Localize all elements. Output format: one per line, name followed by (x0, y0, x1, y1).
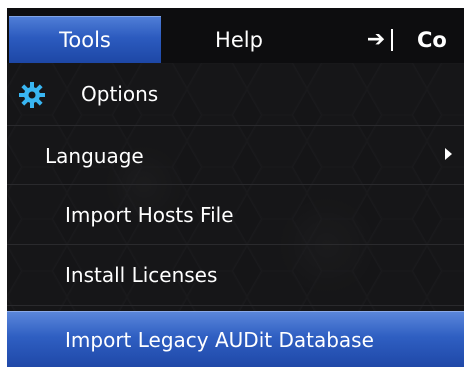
menu-bar: Tools Help ➔ Co (7, 8, 464, 63)
menu-item-install-licenses-label: Install Licenses (65, 263, 218, 287)
menu-item-import-hosts-file[interactable]: Import Hosts File (7, 186, 464, 244)
menu-item-import-legacy-audit-database-label: Import Legacy AUDit Database (65, 327, 374, 352)
arrow-icon: ➔ (366, 27, 386, 52)
menu-item-options-label: Options (81, 82, 159, 106)
bar-icon (391, 28, 394, 51)
menu-connect-partial-label: Co (417, 27, 447, 52)
menu-item-language[interactable]: Language (7, 127, 464, 185)
menu-item-options[interactable]: Options (7, 65, 464, 123)
chevron-right-icon (445, 148, 452, 160)
menu-item-import-hosts-file-label: Import Hosts File (65, 203, 234, 227)
menu-divider (7, 125, 464, 126)
menu-item-install-licenses[interactable]: Install Licenses (7, 246, 464, 304)
menu-item-language-label: Language (45, 144, 144, 168)
menu-help[interactable]: Help (183, 16, 295, 63)
gear-icon (19, 82, 45, 108)
tools-dropdown-menu: Options Language Import Hosts File Insta… (7, 63, 464, 367)
menu-divider (7, 244, 464, 245)
menu-item-import-legacy-audit-database[interactable]: Import Legacy AUDit Database (7, 311, 464, 367)
menu-help-label: Help (215, 27, 263, 52)
arrow-to-bar-button[interactable]: ➔ (357, 16, 403, 63)
menu-tools-label: Tools (59, 28, 111, 52)
menu-connect-partial[interactable]: Co (417, 16, 464, 63)
menu-divider (7, 184, 464, 185)
app-frame: Tools Help ➔ Co Options Language Import … (0, 0, 464, 367)
menu-tools[interactable]: Tools (9, 16, 161, 63)
menu-divider (7, 305, 464, 306)
